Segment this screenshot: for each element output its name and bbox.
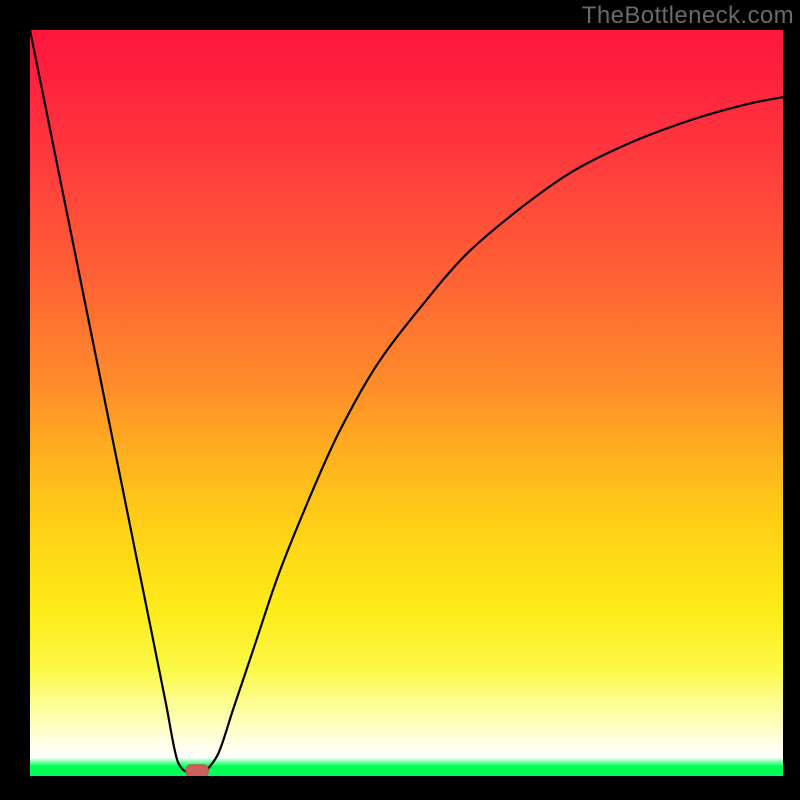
plot-area [30,30,783,776]
chart-root: TheBottleneck.com [0,0,800,800]
bottleneck-marker [186,765,208,776]
watermark-text: TheBottleneck.com [582,2,794,30]
bottleneck-curve [30,30,783,776]
curve-svg [30,30,783,776]
